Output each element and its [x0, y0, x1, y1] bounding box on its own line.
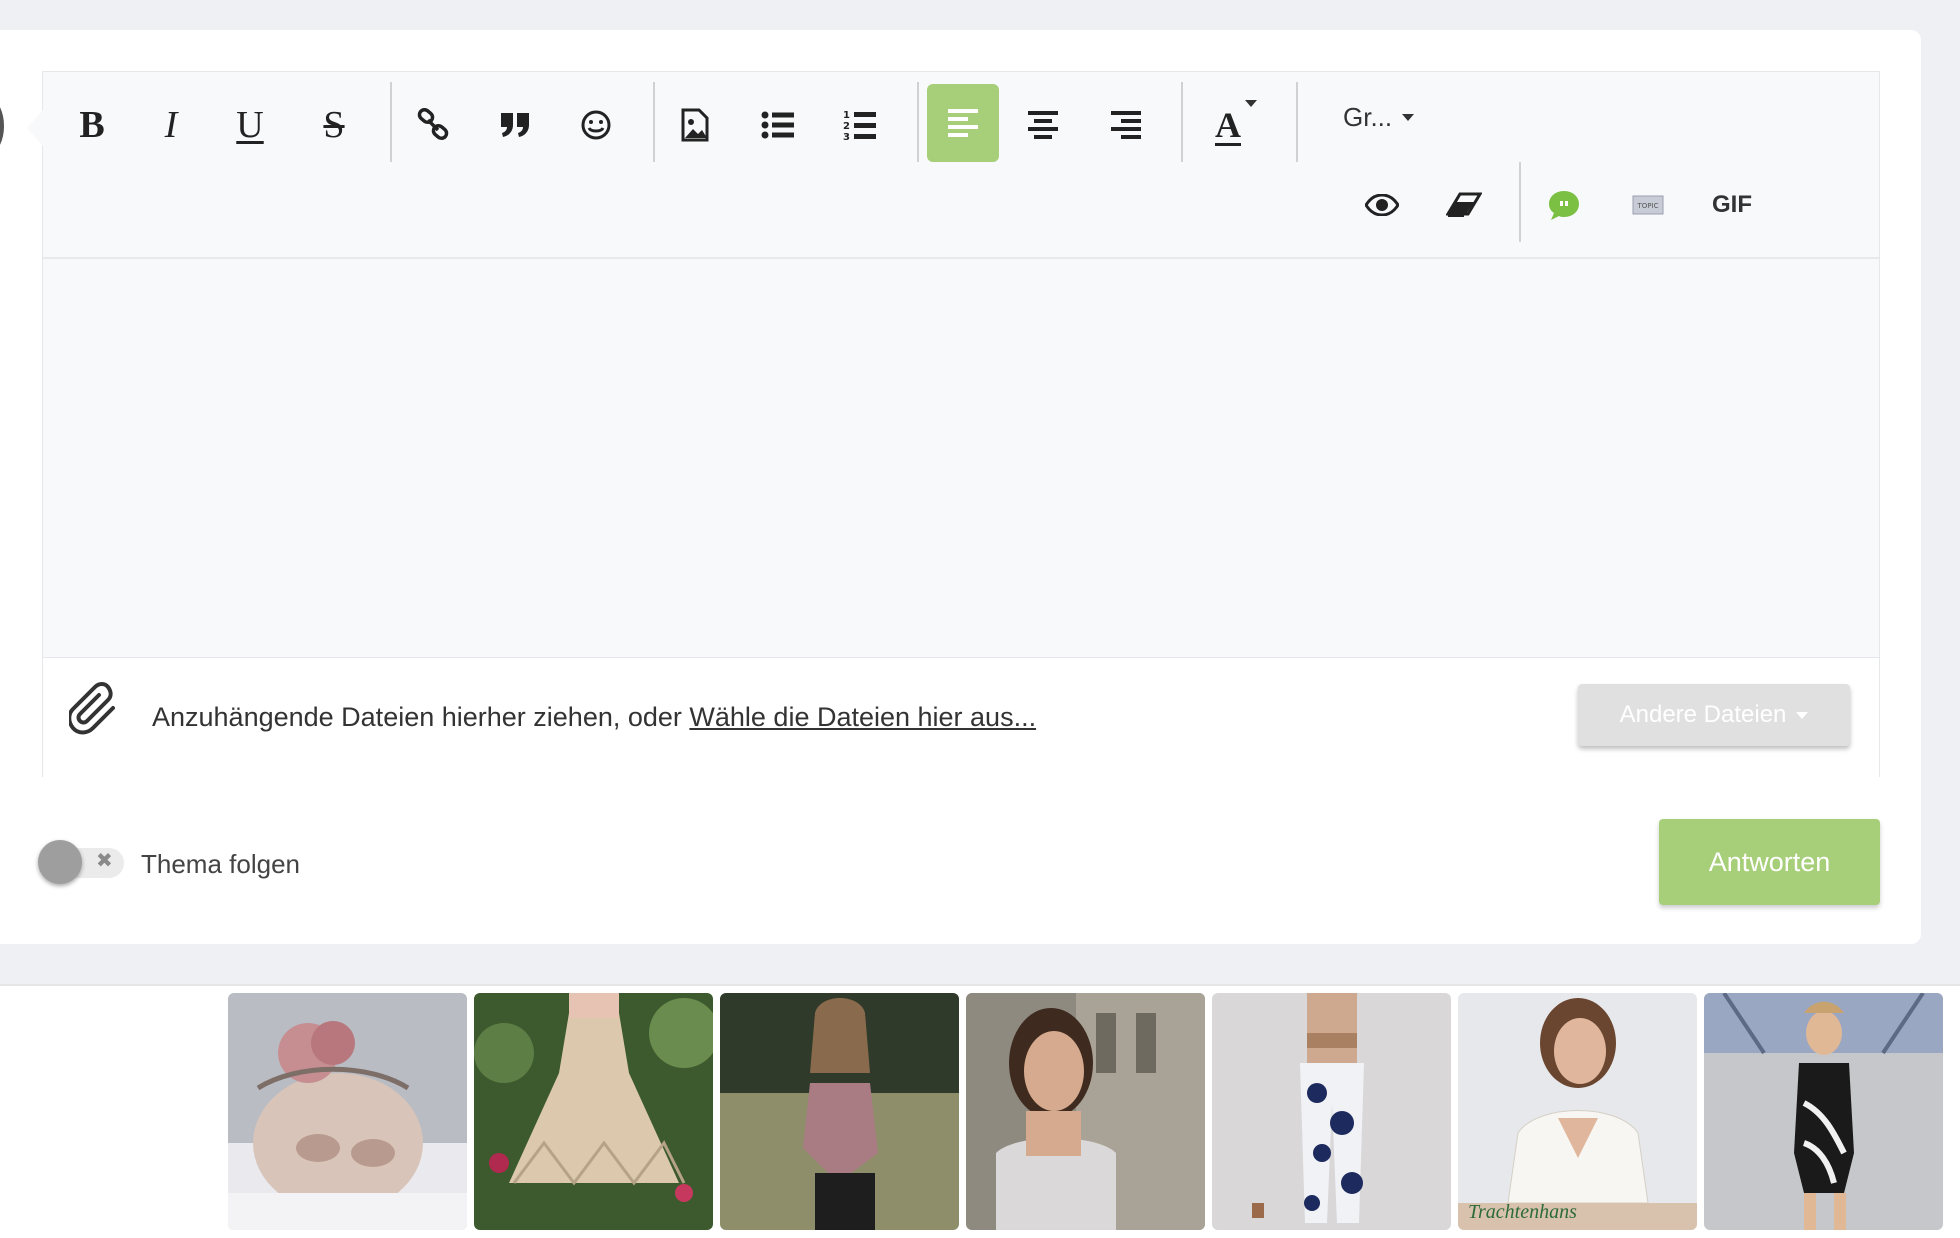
- align-left-icon: [948, 109, 978, 137]
- lace-blouse-photo: Trachtenhans: [1458, 993, 1697, 1230]
- font-color-icon: A: [1215, 105, 1241, 145]
- gallery-thumb-7[interactable]: [1704, 993, 1943, 1230]
- eraser-icon: [1446, 192, 1482, 217]
- gallery-thumb-3[interactable]: [720, 993, 959, 1230]
- woman-field-photo: [720, 993, 959, 1230]
- align-right-button[interactable]: [1091, 90, 1161, 160]
- other-files-label: Andere Dateien: [1619, 701, 1787, 728]
- editor-pointer: [27, 110, 43, 146]
- toolbar-divider: [917, 82, 919, 162]
- gif-button[interactable]: GIF: [1697, 170, 1767, 240]
- toolbar-divider: [390, 82, 392, 162]
- image-button[interactable]: [660, 90, 730, 160]
- remove-format-button[interactable]: [1429, 170, 1499, 240]
- gallery-thumb-4[interactable]: [966, 993, 1205, 1230]
- reply-button[interactable]: Antworten: [1659, 819, 1880, 905]
- align-left-button[interactable]: [927, 84, 999, 162]
- paperclip-icon: [69, 682, 115, 735]
- emoji-button[interactable]: [561, 90, 631, 160]
- chevron-down-icon: [1402, 113, 1415, 121]
- underline-button[interactable]: U: [215, 90, 285, 160]
- baby-photo: [228, 993, 467, 1230]
- woman-portrait-photo: [966, 993, 1205, 1230]
- quote-icon: [501, 113, 529, 137]
- text-size-dropdown[interactable]: Gr...: [1343, 82, 1415, 152]
- chat-button[interactable]: [1529, 170, 1599, 240]
- toolbar-divider: [1519, 162, 1521, 242]
- italic-button[interactable]: I: [136, 90, 206, 160]
- message-textarea[interactable]: [43, 259, 1879, 657]
- preview-eye-icon: [1365, 194, 1399, 216]
- strikethrough-button[interactable]: S: [299, 90, 369, 160]
- align-center-button[interactable]: [1008, 90, 1078, 160]
- rich-text-editor: B I U S 123 A Gr... TOPIC GIF Anzuhängen…: [42, 71, 1880, 777]
- svg-text:Trachtenhans: Trachtenhans: [1468, 1201, 1577, 1223]
- crochet-dress-photo: [474, 993, 713, 1230]
- svg-text:TOPIC: TOPIC: [1637, 202, 1659, 210]
- image-icon: [681, 108, 709, 142]
- gallery-thumb-5[interactable]: [1212, 993, 1451, 1230]
- link-button[interactable]: [398, 90, 468, 160]
- align-center-icon: [1028, 111, 1058, 139]
- toggle-knob: [38, 840, 82, 884]
- svg-text:1: 1: [843, 110, 850, 121]
- text-size-label: Gr...: [1343, 101, 1393, 132]
- dancer-photo: [1704, 993, 1943, 1230]
- font-color-button[interactable]: A: [1193, 90, 1263, 160]
- svg-text:3: 3: [843, 132, 850, 141]
- topic-button[interactable]: TOPIC: [1613, 170, 1683, 240]
- attachment-dropzone[interactable]: Anzuhängende Dateien hierher ziehen, ode…: [43, 657, 1879, 777]
- svg-text:2: 2: [843, 121, 850, 132]
- toolbar-divider: [1181, 82, 1183, 162]
- numbered-list-button[interactable]: 123: [825, 90, 895, 160]
- link-icon: [417, 108, 449, 141]
- editor-toolbar: B I U S 123 A Gr... TOPIC GIF: [43, 72, 1879, 259]
- topic-icon: TOPIC: [1632, 195, 1664, 215]
- preview-button[interactable]: [1347, 170, 1417, 240]
- toolbar-divider: [1296, 82, 1298, 162]
- bold-button[interactable]: B: [57, 90, 127, 160]
- emoji-icon: [581, 110, 611, 140]
- bullet-list-button[interactable]: [743, 90, 813, 160]
- numbered-list-icon: 123: [843, 110, 876, 141]
- patterned-pants-photo: [1212, 993, 1451, 1230]
- bullet-list-icon: [761, 111, 794, 139]
- follow-topic-label: Thema folgen: [141, 849, 300, 879]
- close-icon: ✖: [96, 850, 113, 872]
- align-right-icon: [1111, 111, 1141, 139]
- gallery-thumb-2[interactable]: [474, 993, 713, 1230]
- follow-topic-toggle[interactable]: ✖: [38, 840, 126, 884]
- gallery-thumb-1[interactable]: [228, 993, 467, 1230]
- attachment-prompt: Anzuhängende Dateien hierher ziehen, ode…: [152, 702, 1036, 733]
- choose-files-link[interactable]: Wähle die Dateien hier aus...: [689, 702, 1036, 732]
- toolbar-divider: [653, 82, 655, 162]
- chat-bubble-icon: [1549, 191, 1579, 220]
- gallery-thumb-6[interactable]: Trachtenhans: [1458, 993, 1697, 1230]
- attachment-prompt-text: Anzuhängende Dateien hierher ziehen, ode…: [152, 702, 690, 732]
- other-files-button[interactable]: Andere Dateien: [1578, 684, 1850, 746]
- chevron-down-icon: [1796, 711, 1809, 719]
- chevron-down-icon: [1245, 100, 1257, 107]
- quote-button[interactable]: [480, 90, 550, 160]
